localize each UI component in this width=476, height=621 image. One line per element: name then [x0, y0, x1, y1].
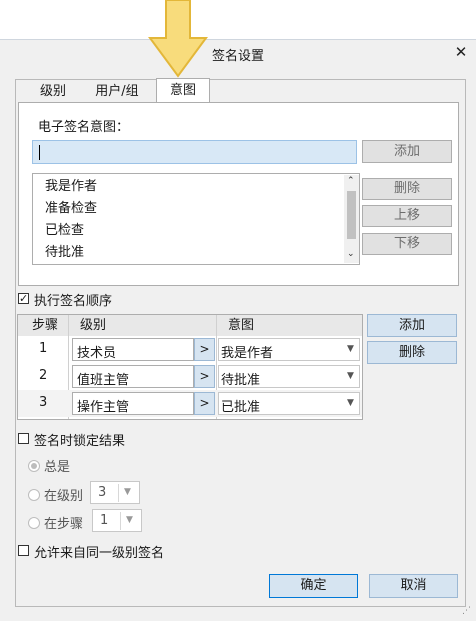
step-number-value: 1: [100, 513, 109, 528]
move-up-button[interactable]: 上移: [362, 205, 452, 227]
level-value: 技术员: [77, 346, 117, 361]
table-row[interactable]: 3 操作主管 > 已批准 ▼: [18, 390, 362, 417]
check-icon: ✓: [19, 292, 29, 305]
level-number-value: 3: [98, 485, 107, 500]
radio-at-step-label: 在步骤: [44, 517, 84, 532]
cancel-button[interactable]: 取消: [369, 574, 458, 598]
select-level-button[interactable]: >: [194, 338, 215, 361]
chevron-down-icon[interactable]: ▼: [126, 515, 133, 525]
scroll-down-icon[interactable]: ⌄: [347, 249, 355, 259]
move-down-button[interactable]: 下移: [362, 233, 452, 255]
dialog-title: 签名设置: [211, 49, 264, 64]
column-header-level: 级别: [80, 315, 160, 336]
level-number-combo[interactable]: 3 ▼: [90, 481, 140, 504]
table-row[interactable]: 1 技术员 > 我是作者 ▼: [18, 336, 362, 363]
enforce-order-checkbox[interactable]: ✓: [18, 293, 29, 304]
scroll-up-icon[interactable]: ⌃: [347, 176, 355, 186]
radio-at-level[interactable]: [28, 489, 40, 501]
title-bar: 签名设置 ✕: [0, 40, 476, 66]
intent-label: 电子签名意图：: [38, 120, 130, 135]
intent-combo[interactable]: 已批准 ▼: [218, 392, 360, 415]
intent-value: 待批准: [221, 373, 261, 388]
lock-results-label: 签名时锁定结果: [34, 434, 126, 449]
chevron-down-icon[interactable]: ▼: [347, 371, 354, 381]
level-cell[interactable]: 操作主管: [72, 392, 194, 415]
intent-value: 已批准: [221, 400, 261, 415]
list-item[interactable]: 待批准: [45, 242, 84, 264]
table-row[interactable]: 2 值班主管 > 待批准 ▼: [18, 363, 362, 390]
step-number-combo[interactable]: 1 ▼: [92, 509, 142, 532]
add-step-button[interactable]: 添加: [367, 314, 457, 337]
level-cell[interactable]: 技术员: [72, 338, 194, 361]
chevron-down-icon[interactable]: ▼: [347, 398, 354, 408]
close-icon[interactable]: ✕: [452, 42, 470, 62]
intent-combo[interactable]: 我是作者 ▼: [218, 338, 360, 361]
step-cell: 3: [39, 395, 48, 410]
allow-same-level-label: 允许来自同一级别签名: [34, 546, 165, 561]
step-cell: 2: [39, 368, 48, 383]
tab-level[interactable]: 级别: [31, 80, 75, 103]
radio-always[interactable]: [28, 460, 40, 472]
radio-always-label: 总是: [44, 460, 71, 475]
list-item[interactable]: 已检查: [45, 220, 84, 242]
ok-button[interactable]: 确定: [269, 574, 358, 598]
list-item[interactable]: 准备检查: [45, 198, 97, 220]
arrow-down-icon: [148, 0, 208, 78]
list-scrollbar[interactable]: ⌃ ⌄: [344, 175, 359, 263]
signature-order-table: 步骤 级别 意图 1 技术员 > 我是作者 ▼ 2 值班主管 > 待批准 ▼ 3…: [17, 314, 363, 420]
delete-step-button[interactable]: 删除: [367, 341, 457, 364]
divider: [118, 484, 119, 502]
step-cell: 1: [39, 341, 48, 356]
chevron-down-icon[interactable]: ▼: [124, 487, 131, 497]
intent-value: 我是作者: [221, 346, 274, 361]
intent-input[interactable]: [32, 140, 357, 164]
column-header-intent: 意图: [228, 315, 288, 336]
intent-list[interactable]: 我是作者 准备检查 已检查 待批准 ⌃ ⌄: [32, 173, 360, 265]
radio-at-level-label: 在级别: [44, 489, 84, 504]
level-cell[interactable]: 值班主管: [72, 365, 194, 388]
divider: [120, 512, 121, 530]
tab-intent[interactable]: 意图: [156, 78, 210, 104]
level-value: 值班主管: [77, 373, 130, 388]
intent-combo[interactable]: 待批准 ▼: [218, 365, 360, 388]
radio-selected-dot: [31, 463, 37, 469]
delete-intent-button[interactable]: 删除: [362, 178, 452, 200]
radio-at-step[interactable]: [28, 517, 40, 529]
chevron-down-icon[interactable]: ▼: [347, 344, 354, 354]
level-value: 操作主管: [77, 400, 130, 415]
resize-grip-icon[interactable]: ⋰: [462, 606, 474, 618]
select-level-button[interactable]: >: [194, 392, 215, 415]
enforce-order-label: 执行签名顺序: [34, 294, 113, 309]
list-item[interactable]: 我是作者: [45, 176, 97, 198]
tab-users-groups[interactable]: 用户/组: [84, 80, 150, 103]
column-header-step: 步骤: [32, 315, 72, 336]
select-level-button[interactable]: >: [194, 365, 215, 388]
lock-results-checkbox[interactable]: [18, 433, 29, 444]
scroll-thumb[interactable]: [347, 191, 356, 239]
text-cursor: [39, 145, 40, 160]
add-intent-button[interactable]: 添加: [362, 140, 452, 163]
allow-same-level-checkbox[interactable]: [18, 545, 29, 556]
